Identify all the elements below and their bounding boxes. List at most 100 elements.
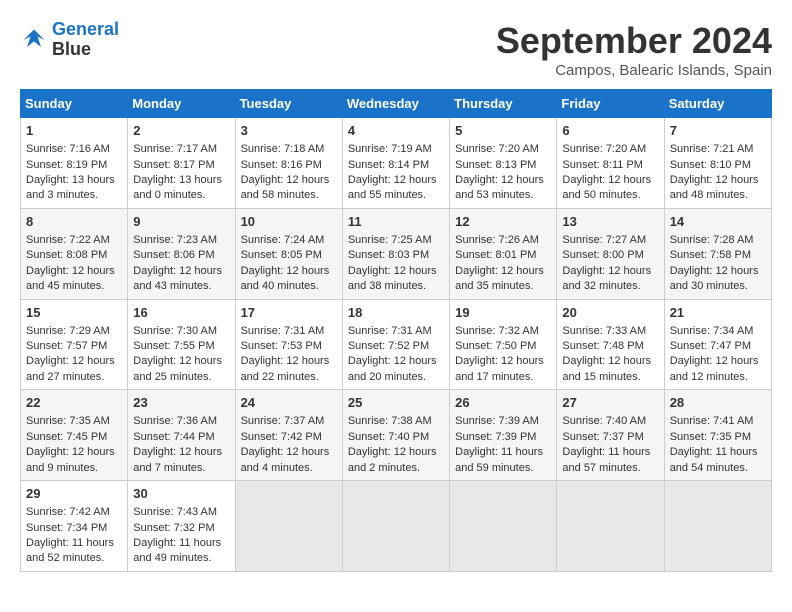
daylight-label: Daylight: 12 hours and 53 minutes. xyxy=(455,174,544,201)
header-monday: Monday xyxy=(128,90,235,118)
table-row: 10Sunrise: 7:24 AMSunset: 8:05 PMDayligh… xyxy=(235,208,342,299)
daylight-label: Daylight: 11 hours and 59 minutes. xyxy=(455,446,543,473)
daylight-label: Daylight: 12 hours and 25 minutes. xyxy=(133,355,222,382)
sunrise-text: Sunrise: 7:43 AM xyxy=(133,506,217,518)
calendar-week-row: 1 Sunrise: 7:16 AM Sunset: 8:19 PM Daylight… xyxy=(21,118,772,209)
table-row: 8Sunrise: 7:22 AMSunset: 8:08 PMDaylight… xyxy=(21,208,128,299)
header-friday: Friday xyxy=(557,90,664,118)
daylight-label: Daylight: 12 hours and 12 minutes. xyxy=(670,355,759,382)
day-number: 5 xyxy=(455,122,551,140)
daylight-label: Daylight: 11 hours and 54 minutes. xyxy=(670,446,758,473)
sunset-text: Sunset: 8:10 PM xyxy=(670,159,751,171)
day-number: 22 xyxy=(26,394,122,412)
table-row: 15 Sunrise: 7:29 AM Sunset: 7:57 PM Dayligh… xyxy=(21,299,128,390)
table-row: 2Sunrise: 7:17 AMSunset: 8:17 PMDaylight… xyxy=(128,118,235,209)
sunset-text: Sunset: 7:58 PM xyxy=(670,249,751,261)
day-number: 4 xyxy=(348,122,444,140)
table-row: 6Sunrise: 7:20 AMSunset: 8:11 PMDaylight… xyxy=(557,118,664,209)
sunrise-text: Sunrise: 7:21 AM xyxy=(670,143,754,155)
sunset-text: Sunset: 8:19 PM xyxy=(26,159,107,171)
sunset-text: Sunset: 7:39 PM xyxy=(455,431,536,443)
day-number: 30 xyxy=(133,485,229,503)
daylight-label: Daylight: 12 hours and 22 minutes. xyxy=(241,355,330,382)
sunrise-text: Sunrise: 7:31 AM xyxy=(241,325,325,337)
table-row: 14Sunrise: 7:28 AMSunset: 7:58 PMDayligh… xyxy=(664,208,771,299)
day-number: 15 xyxy=(26,304,122,322)
sunset-text: Sunset: 8:05 PM xyxy=(241,249,322,261)
day-number: 1 xyxy=(26,122,122,140)
daylight-label: Daylight: 12 hours and 32 minutes. xyxy=(562,265,651,292)
day-number: 28 xyxy=(670,394,766,412)
daylight-label: Daylight: 12 hours and 55 minutes. xyxy=(348,174,437,201)
sunrise-text: Sunrise: 7:39 AM xyxy=(455,415,539,427)
sunset-text: Sunset: 7:50 PM xyxy=(455,340,536,352)
sunrise-text: Sunrise: 7:34 AM xyxy=(670,325,754,337)
table-row: 18 Sunrise: 7:31 AM Sunset: 7:52 PM Dayligh… xyxy=(342,299,449,390)
sunrise-text: Sunrise: 7:31 AM xyxy=(348,325,432,337)
month-title: September 2024 xyxy=(496,20,772,62)
header-tuesday: Tuesday xyxy=(235,90,342,118)
daylight-label: Daylight: 12 hours and 40 minutes. xyxy=(241,265,330,292)
daylight-label: Daylight: 13 hours and 3 minutes. xyxy=(26,174,115,201)
day-number: 12 xyxy=(455,213,551,231)
day-number: 18 xyxy=(348,304,444,322)
sunrise-text: Sunrise: 7:32 AM xyxy=(455,325,539,337)
daylight-label: Daylight: 12 hours and 50 minutes. xyxy=(562,174,651,201)
day-number: 14 xyxy=(670,213,766,231)
table-row: 5Sunrise: 7:20 AMSunset: 8:13 PMDaylight… xyxy=(450,118,557,209)
day-number: 11 xyxy=(348,213,444,231)
logo-text: GeneralBlue xyxy=(52,20,119,60)
sunset-text: Sunset: 7:52 PM xyxy=(348,340,429,352)
sunset-text: Sunset: 7:48 PM xyxy=(562,340,643,352)
daylight-label: Daylight: 11 hours and 52 minutes. xyxy=(26,537,114,564)
sunset-text: Sunset: 7:34 PM xyxy=(26,522,107,534)
page-header: GeneralBlue September 2024 Campos, Balea… xyxy=(20,20,772,79)
day-number: 8 xyxy=(26,213,122,231)
calendar-week-row: 22 Sunrise: 7:35 AM Sunset: 7:45 PM Dayligh… xyxy=(21,390,772,481)
calendar-week-row: 8Sunrise: 7:22 AMSunset: 8:08 PMDaylight… xyxy=(21,208,772,299)
sunrise-text: Sunrise: 7:29 AM xyxy=(26,325,110,337)
sunset-text: Sunset: 8:14 PM xyxy=(348,159,429,171)
daylight-label: Daylight: 12 hours and 27 minutes. xyxy=(26,355,115,382)
sunrise-text: Sunrise: 7:28 AM xyxy=(670,234,754,246)
day-number: 16 xyxy=(133,304,229,322)
sunset-text: Sunset: 8:06 PM xyxy=(133,249,214,261)
daylight-label: Daylight: 12 hours and 20 minutes. xyxy=(348,355,437,382)
day-number: 13 xyxy=(562,213,658,231)
sunrise-text: Sunrise: 7:25 AM xyxy=(348,234,432,246)
sunset-text: Sunset: 7:35 PM xyxy=(670,431,751,443)
sunset-text: Sunset: 8:08 PM xyxy=(26,249,107,261)
sunrise-text: Sunrise: 7:35 AM xyxy=(26,415,110,427)
day-number: 3 xyxy=(241,122,337,140)
sunrise-text: Sunrise: 7:36 AM xyxy=(133,415,217,427)
logo-icon xyxy=(20,26,48,54)
daylight-label: Daylight: 13 hours and 0 minutes. xyxy=(133,174,222,201)
day-number: 26 xyxy=(455,394,551,412)
table-row: 17Sunrise: 7:31 AMSunset: 7:53 PMDayligh… xyxy=(235,299,342,390)
calendar-table: Sunday Monday Tuesday Wednesday Thursday… xyxy=(20,89,772,572)
sunset-text: Sunset: 7:53 PM xyxy=(241,340,322,352)
daylight-label: Daylight: 12 hours and 7 minutes. xyxy=(133,446,222,473)
sunset-text: Sunset: 8:03 PM xyxy=(348,249,429,261)
sunset-text: Sunset: 7:44 PM xyxy=(133,431,214,443)
day-number: 24 xyxy=(241,394,337,412)
daylight-label: Daylight: 11 hours and 57 minutes. xyxy=(562,446,650,473)
sunrise-text: Sunrise: 7:19 AM xyxy=(348,143,432,155)
sunrise-text: Sunrise: 7:26 AM xyxy=(455,234,539,246)
day-number: 9 xyxy=(133,213,229,231)
sunset-text: Sunset: 8:00 PM xyxy=(562,249,643,261)
table-row: 1 Sunrise: 7:16 AM Sunset: 8:19 PM Daylight… xyxy=(21,118,128,209)
sunset-text: Sunset: 7:57 PM xyxy=(26,340,107,352)
header-sunday: Sunday xyxy=(21,90,128,118)
sunrise-text: Sunrise: 7:41 AM xyxy=(670,415,754,427)
title-section: September 2024 Campos, Balearic Islands,… xyxy=(496,20,772,79)
sunset-text: Sunset: 7:45 PM xyxy=(26,431,107,443)
sunset-text: Sunset: 7:55 PM xyxy=(133,340,214,352)
table-row: 20Sunrise: 7:33 AMSunset: 7:48 PMDayligh… xyxy=(557,299,664,390)
daylight-label: Daylight: 12 hours and 17 minutes. xyxy=(455,355,544,382)
sunrise-text: Sunrise: 7:16 AM xyxy=(26,143,110,155)
table-row: 4 Sunrise: 7:19 AM Sunset: 8:14 PM Daylight… xyxy=(342,118,449,209)
table-row: 27Sunrise: 7:40 AMSunset: 7:37 PMDayligh… xyxy=(557,390,664,481)
sunset-text: Sunset: 7:42 PM xyxy=(241,431,322,443)
table-row: 26 Sunrise: 7:39 AM Sunset: 7:39 PM Dayligh… xyxy=(450,390,557,481)
